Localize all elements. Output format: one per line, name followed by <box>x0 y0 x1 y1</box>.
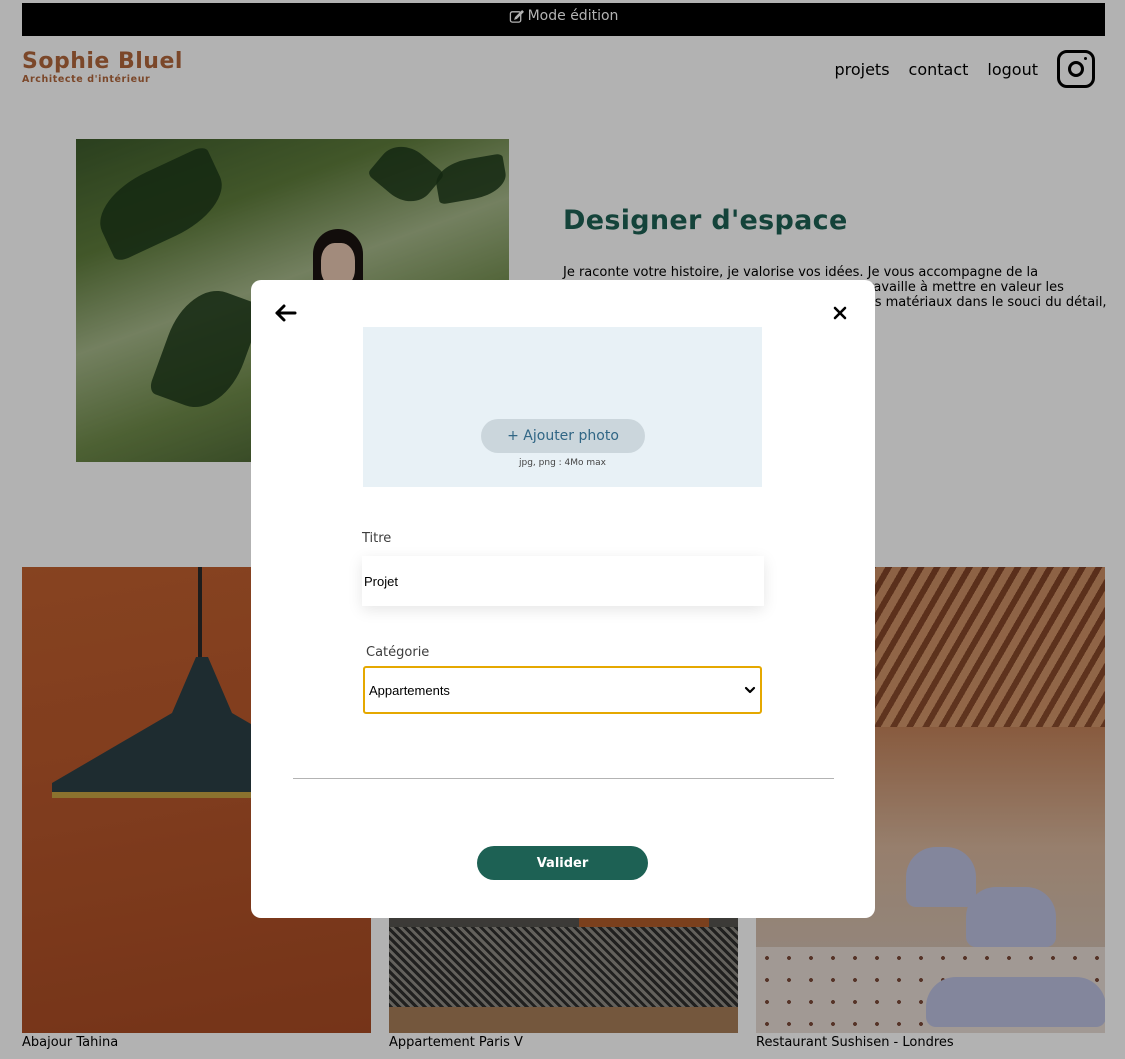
title-input[interactable] <box>362 556 764 606</box>
chevron-down-icon <box>744 686 756 694</box>
category-select[interactable]: Appartements <box>363 666 762 714</box>
add-photo-button[interactable]: + Ajouter photo <box>481 419 645 453</box>
divider <box>293 778 834 779</box>
upload-hint: jpg, png : 4Mo max <box>519 458 606 468</box>
title-label: Titre <box>362 531 392 546</box>
category-selected-value: Appartements <box>369 682 450 698</box>
submit-button[interactable]: Valider <box>477 846 648 880</box>
category-label: Catégorie <box>366 645 430 660</box>
arrow-left-icon[interactable] <box>273 300 299 326</box>
photo-upload-zone[interactable]: + Ajouter photo jpg, png : 4Mo max <box>363 327 762 487</box>
close-icon[interactable] <box>831 304 849 322</box>
add-photo-modal: + Ajouter photo jpg, png : 4Mo max Titre… <box>251 280 875 918</box>
